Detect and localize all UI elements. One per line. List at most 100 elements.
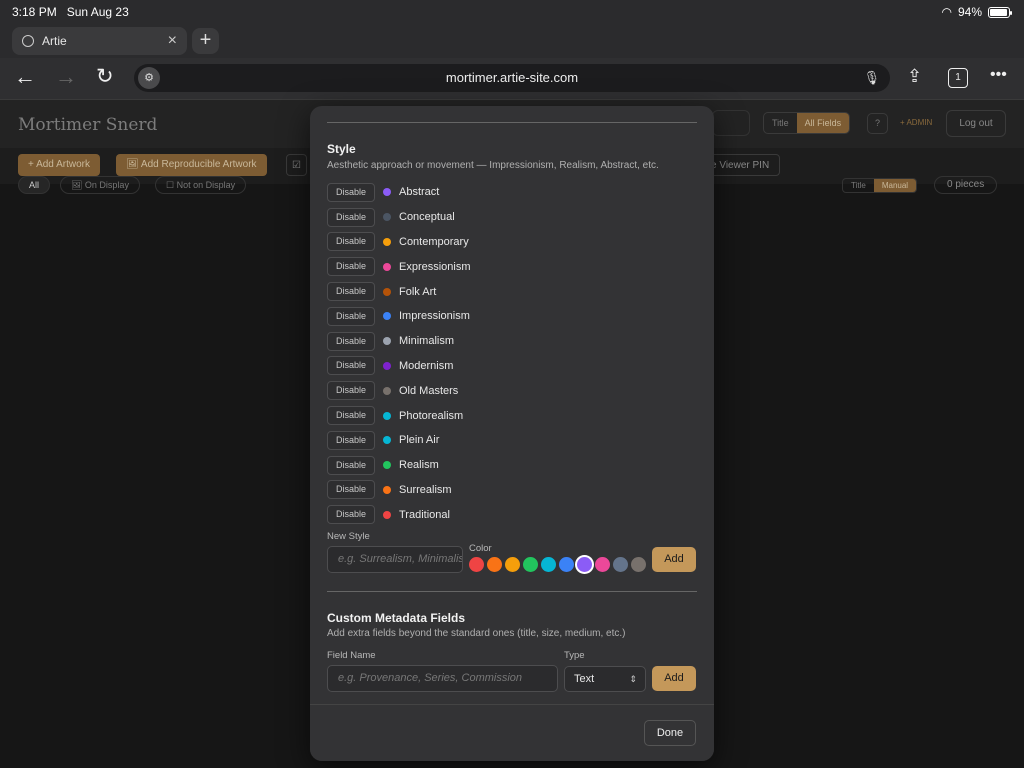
style-color-dot <box>383 485 391 494</box>
style-row: Disable Expressionism <box>327 254 697 279</box>
color-swatch[interactable] <box>541 557 556 572</box>
more-icon[interactable]: ••• <box>990 66 1007 84</box>
battery-icon <box>988 6 1012 18</box>
done-button[interactable]: Done <box>644 720 696 746</box>
browser-toolbar: ← → ↻ ⚙ mortimer.artie-site.com 🎙 ⇪ 1 ••… <box>0 58 1024 100</box>
new-style-input[interactable]: e.g. Surrealism, Minimalism <box>327 546 463 573</box>
style-row: Disable Contemporary <box>327 230 697 255</box>
type-label: Type <box>564 650 585 661</box>
style-row: Disable Modernism <box>327 354 697 379</box>
disable-style-button[interactable]: Disable <box>327 356 375 376</box>
disable-style-button[interactable]: Disable <box>327 505 375 525</box>
color-swatch[interactable] <box>505 557 520 572</box>
type-value: Text <box>574 673 595 685</box>
browser-tab[interactable]: Artie × <box>12 27 187 55</box>
color-swatch[interactable] <box>631 557 646 572</box>
color-swatch[interactable] <box>523 557 538 572</box>
color-palette <box>469 557 646 572</box>
add-style-button[interactable]: Add <box>652 547 696 572</box>
style-name: Old Masters <box>399 384 459 397</box>
filter-on-display[interactable]: 🖼 On Display <box>60 176 140 194</box>
disable-style-button[interactable]: Disable <box>327 282 375 302</box>
disable-style-button[interactable]: Disable <box>327 232 375 252</box>
back-icon[interactable]: ← <box>14 64 36 90</box>
sort-toggle[interactable]: Title Manual <box>842 178 918 193</box>
close-tab-icon[interactable]: × <box>168 32 177 50</box>
custom-fields-description: Add extra fields beyond the standard one… <box>327 628 626 639</box>
url-text: mortimer.artie-site.com <box>445 70 579 85</box>
settings-modal: Style Aesthetic approach or movement — I… <box>310 106 714 761</box>
style-name: Abstract <box>399 186 440 199</box>
disable-style-button[interactable]: Disable <box>327 207 375 227</box>
color-swatch[interactable] <box>469 557 484 572</box>
share-icon[interactable]: ⇪ <box>907 66 922 87</box>
microphone-icon[interactable]: 🎙 <box>863 64 880 92</box>
style-row: Disable Minimalism <box>327 329 697 354</box>
style-color-dot <box>383 287 391 296</box>
style-list: Disable Abstract Disable Conceptual Disable C… <box>327 180 697 527</box>
style-row: Disable Folk Art <box>327 279 697 304</box>
style-row: Disable Plein Air <box>327 428 697 453</box>
disable-style-button[interactable]: Disable <box>327 306 375 326</box>
field-name-input[interactable]: e.g. Provenance, Series, Commission <box>327 665 558 692</box>
new-tab-button[interactable]: + <box>192 28 219 54</box>
disable-style-button[interactable]: Disable <box>327 381 375 401</box>
color-swatch[interactable] <box>595 557 610 572</box>
filter-not-on-display[interactable]: ☐ Not on Display <box>155 176 247 194</box>
disable-style-button[interactable]: Disable <box>327 480 375 500</box>
style-name: Minimalism <box>399 335 454 348</box>
style-row: Disable Old Masters <box>327 378 697 403</box>
disable-style-button[interactable]: Disable <box>327 331 375 351</box>
disable-style-button[interactable]: Disable <box>327 257 375 277</box>
style-name: Plein Air <box>399 434 440 447</box>
color-swatch[interactable] <box>613 557 628 572</box>
style-color-dot <box>383 337 391 346</box>
modal-footer: Done <box>310 704 714 761</box>
search-input[interactable] <box>712 110 750 136</box>
site-brand: Mortimer Snerd <box>18 115 158 135</box>
style-section-description: Aesthetic approach or movement — Impress… <box>327 160 659 171</box>
disable-style-button[interactable]: Disable <box>327 182 375 202</box>
style-name: Surrealism <box>399 483 452 496</box>
style-name: Traditional <box>399 508 450 521</box>
reload-icon[interactable]: ↻ <box>96 64 114 89</box>
disable-style-button[interactable]: Disable <box>327 455 375 475</box>
search-mode-title[interactable]: Title <box>764 113 797 133</box>
style-row: Disable Traditional <box>327 502 697 527</box>
forward-icon[interactable]: → <box>55 64 77 90</box>
color-swatch[interactable] <box>577 557 592 572</box>
help-button[interactable]: ? <box>867 113 888 134</box>
search-mode-all-fields[interactable]: All Fields <box>796 113 850 133</box>
add-artwork-button[interactable]: + Add Artwork <box>18 154 100 176</box>
sort-title[interactable]: Title <box>843 179 874 192</box>
tab-title: Artie <box>42 34 67 48</box>
filter-all[interactable]: All <box>18 176 51 194</box>
tab-overview-button[interactable]: 1 <box>948 68 968 88</box>
style-color-dot <box>383 361 391 370</box>
color-swatch[interactable] <box>487 557 502 572</box>
sort-manual[interactable]: Manual <box>873 179 917 192</box>
style-color-dot <box>383 411 391 420</box>
search-mode-toggle[interactable]: Title All Fields <box>763 112 851 134</box>
custom-fields-title: Custom Metadata Fields <box>327 611 466 625</box>
style-name: Realism <box>399 459 439 472</box>
disable-style-button[interactable]: Disable <box>327 430 375 450</box>
status-bar: 3:18 PM Sun Aug 23 ◠ 94% <box>0 0 1024 24</box>
style-color-dot <box>383 386 391 395</box>
address-bar[interactable]: ⚙ mortimer.artie-site.com 🎙 <box>134 64 890 92</box>
logout-button[interactable]: Log out <box>946 110 1006 137</box>
type-select[interactable]: Text ⇕ <box>564 666 646 692</box>
site-settings-icon[interactable]: ⚙ <box>138 67 160 89</box>
add-field-button[interactable]: Add <box>652 666 696 691</box>
color-swatch[interactable] <box>559 557 574 572</box>
style-row: Disable Impressionism <box>327 304 697 329</box>
style-row: Disable Realism <box>327 453 697 478</box>
admin-link[interactable]: + ADMIN <box>900 118 932 127</box>
style-row: Disable Conceptual <box>327 205 697 230</box>
field-name-label: Field Name <box>327 650 376 661</box>
disable-style-button[interactable]: Disable <box>327 406 375 426</box>
modal-body: Style Aesthetic approach or movement — I… <box>310 106 714 704</box>
style-color-dot <box>383 188 391 197</box>
add-reproducible-button[interactable]: 🖼 Add Reproducible Artwork <box>116 154 267 176</box>
select-checkbox[interactable]: ☑ <box>286 154 307 176</box>
